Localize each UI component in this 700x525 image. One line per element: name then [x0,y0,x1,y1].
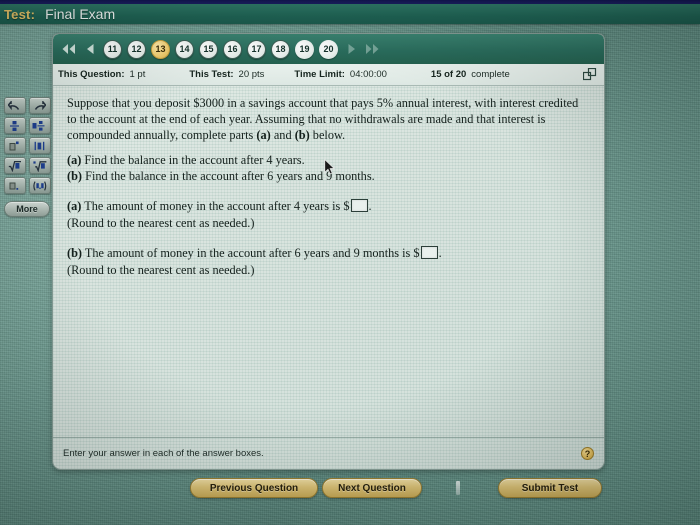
question-pill-14[interactable]: 14 [175,39,194,59]
action-button-bar: Previous Question Next Question Submit T… [0,476,700,500]
question-pill-15[interactable]: 15 [199,39,218,59]
undo-icon-button[interactable] [3,97,26,114]
answer-b-line: (b) The amount of money in the account a… [67,245,590,262]
toolbar-grip [456,481,460,495]
palette-row-1 [3,97,51,114]
question-stem-part-a: (a) [256,127,271,142]
question-pill-20[interactable]: 20 [319,39,338,59]
progress-count: 15 of 20 [430,69,467,80]
time-limit-label: Time Limit: [294,69,345,80]
mixed-number-icon-button[interactable] [28,117,51,134]
part-b-label: (b) [67,168,83,183]
answer-section-a: (a) The amount of money in the account a… [67,198,590,232]
answer-b-label: (b) [67,245,83,260]
answer-a-rounding-note: (Round to the nearest cent as needed.) [67,215,255,230]
progress-word: complete [471,69,510,80]
next-question-icon[interactable] [341,38,361,60]
help-icon[interactable]: ? [581,447,594,460]
question-pill-12[interactable]: 12 [127,39,146,59]
question-pill-11[interactable]: 11 [103,39,122,59]
exponent-icon-button[interactable] [3,137,26,154]
question-body: Suppose that you deposit $3000 in a savi… [53,86,604,437]
this-question-label: This Question: [58,69,125,80]
question-pill-16[interactable]: 16 [223,39,242,59]
answer-hint-text: Enter your answer in each of the answer … [63,448,264,459]
exercise-panel: 11 12 13 14 15 16 17 18 19 20 This Quest… [52,33,605,470]
first-question-icon[interactable] [59,38,79,60]
answer-a-period: . [368,198,372,213]
this-test-value: 20 pts [238,69,265,80]
answer-b-rounding-note: (Round to the nearest cent as needed.) [67,262,255,277]
answer-a-input[interactable] [350,198,368,212]
answer-a-label: (a) [67,198,82,213]
answer-b-period: . [438,245,442,260]
question-pill-18[interactable]: 18 [271,39,290,59]
question-pill-19[interactable]: 19 [295,39,314,59]
title-bar: Test: Final Exam [0,4,700,24]
square-root-icon-button[interactable] [3,157,26,174]
answer-hint-bar: Enter your answer in each of the answer … [53,437,604,469]
palette-row-5 [3,177,51,194]
time-limit-value: 04:00:00 [349,69,387,80]
previous-question-icon[interactable] [80,38,100,60]
interval-icon-button[interactable] [28,177,51,194]
next-question-button[interactable]: Next Question [322,478,422,498]
math-symbol-palette[interactable]: More [2,97,52,217]
previous-question-button[interactable]: Previous Question [190,478,318,498]
question-stem-tail: below. [312,127,346,142]
question-stem-and: and [273,127,292,142]
answer-b-input[interactable] [420,245,438,259]
test-label: Test: [4,6,36,22]
fraction-icon-button[interactable] [3,117,26,134]
absolute-value-icon-button[interactable] [28,137,51,154]
status-bar: This Question: 1 pt This Test: 20 pts Ti… [53,64,604,86]
redo-icon-button[interactable] [28,97,51,114]
palette-row-3 [3,137,51,154]
submit-test-button[interactable]: Submit Test [498,478,602,498]
part-a-prompt: Find the balance in the account after 4 … [84,152,305,167]
mouse-cursor-icon [324,159,335,175]
nth-root-icon-button[interactable] [28,157,51,174]
answer-a-line: (a) The amount of money in the account a… [67,198,590,215]
palette-row-2 [3,117,51,134]
question-pill-13[interactable]: 13 [151,39,170,59]
question-stem: Suppose that you deposit $3000 in a savi… [67,96,590,144]
answer-section-b: (b) The amount of money in the account a… [67,245,590,279]
answer-b-text: The amount of money in the account after… [84,245,420,260]
palette-row-4 [3,157,51,174]
more-symbols-button[interactable]: More [4,201,50,217]
this-question-value: 1 pt [129,69,146,80]
answer-a-text: The amount of money in the account after… [84,198,350,213]
decimal-icon-button[interactable] [3,177,26,194]
part-a-label: (a) [67,152,82,167]
test-name: Final Exam [45,6,116,22]
expand-window-icon[interactable] [583,68,597,81]
question-stem-part-b: (b) [294,127,310,142]
question-navigation-strip: 11 12 13 14 15 16 17 18 19 20 [53,34,604,64]
last-question-icon[interactable] [362,38,382,60]
this-test-label: This Test: [189,69,234,80]
question-pill-17[interactable]: 17 [247,39,266,59]
